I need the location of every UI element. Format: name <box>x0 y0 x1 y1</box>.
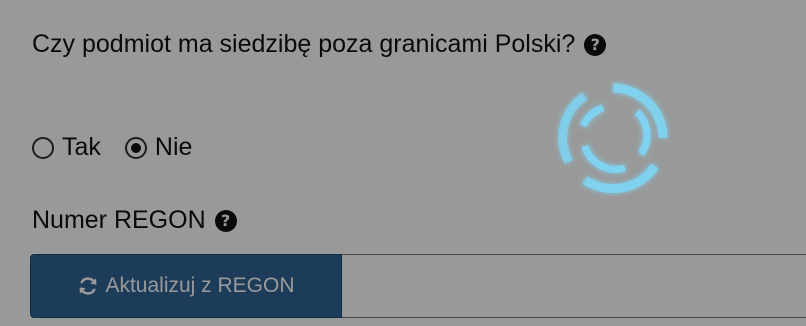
loading-overlay <box>0 0 806 326</box>
spinner-icon <box>558 83 668 194</box>
